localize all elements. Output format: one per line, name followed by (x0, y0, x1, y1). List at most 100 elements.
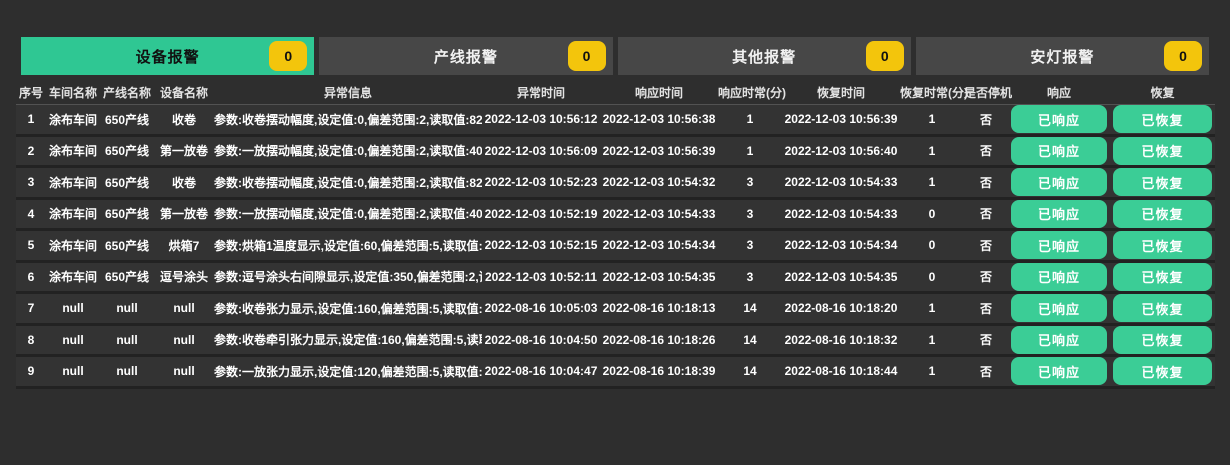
cell-recovery-minutes: 1 (900, 112, 964, 126)
cell-is-stopped: 否 (964, 174, 1008, 191)
cell-recover-action: 已恢复 (1110, 357, 1215, 385)
tab-label: 产线报警 (434, 46, 498, 67)
cell-recovery-minutes: 1 (900, 364, 964, 378)
cell-response-time: 2022-08-16 10:18:13 (600, 301, 718, 315)
cell-seq-no: 5 (16, 238, 46, 252)
column-header: 响应 (1008, 84, 1110, 101)
responded-button[interactable]: 已响应 (1011, 137, 1107, 165)
cell-exception-message: 参数:一放张力显示,设定值:120,偏差范围:5,读取值:126.688 (214, 363, 482, 380)
tab-alarm-category[interactable]: 安灯报警 0 (916, 37, 1209, 75)
table-header-row: 序号 车间名称 产线名称 设备名称 异常信息 异常时间 响应时间 响应时常(分)… (16, 81, 1215, 105)
cell-workshop-name: 涂布车间 (46, 237, 100, 254)
cell-line-name: null (100, 364, 154, 378)
responded-button[interactable]: 已响应 (1011, 357, 1107, 385)
cell-respond-action: 已响应 (1008, 168, 1110, 196)
cell-respond-action: 已响应 (1008, 231, 1110, 259)
cell-recovery-time: 2022-12-03 10:54:33 (782, 175, 900, 189)
cell-seq-no: 8 (16, 333, 46, 347)
cell-response-minutes: 1 (718, 144, 782, 158)
cell-workshop-name: 涂布车间 (46, 174, 100, 191)
column-header: 是否停机 (964, 84, 1008, 101)
table-row: 3 涂布车间 650产线 收卷 参数:收卷摆动幅度,设定值:0,偏差范围:2,读… (16, 168, 1215, 200)
tab-alarm-category[interactable]: 设备报警 0 (21, 37, 314, 75)
cell-seq-no: 9 (16, 364, 46, 378)
cell-seq-no: 1 (16, 112, 46, 126)
responded-button[interactable]: 已响应 (1011, 263, 1107, 291)
recovered-button[interactable]: 已恢复 (1113, 357, 1212, 385)
cell-line-name: 650产线 (100, 268, 154, 285)
alarm-count-badge: 0 (866, 41, 904, 71)
responded-button[interactable]: 已响应 (1011, 168, 1107, 196)
cell-respond-action: 已响应 (1008, 263, 1110, 291)
cell-recover-action: 已恢复 (1110, 294, 1215, 322)
cell-exception-message: 参数:收卷牵引张力显示,设定值:160,偏差范围:5,读取值:154.617 (214, 331, 482, 348)
table-row: 5 涂布车间 650产线 烘箱7 参数:烘箱1温度显示,设定值:60,偏差范围:… (16, 231, 1215, 263)
cell-exception-time: 2022-12-03 10:52:15 (482, 238, 600, 252)
cell-respond-action: 已响应 (1008, 326, 1110, 354)
recovered-button[interactable]: 已恢复 (1113, 137, 1212, 165)
cell-response-minutes: 14 (718, 364, 782, 378)
recovered-button[interactable]: 已恢复 (1113, 231, 1212, 259)
cell-respond-action: 已响应 (1008, 105, 1110, 133)
cell-respond-action: 已响应 (1008, 137, 1110, 165)
cell-response-time: 2022-12-03 10:56:39 (600, 144, 718, 158)
cell-line-name: 650产线 (100, 205, 154, 222)
cell-recovery-minutes: 0 (900, 207, 964, 221)
cell-device-name: 逗号涂头 (154, 268, 214, 285)
recovered-button[interactable]: 已恢复 (1113, 294, 1212, 322)
responded-button[interactable]: 已响应 (1011, 200, 1107, 228)
cell-workshop-name: 涂布车间 (46, 142, 100, 159)
recovered-button[interactable]: 已恢复 (1113, 105, 1212, 133)
cell-recovery-time: 2022-12-03 10:54:33 (782, 207, 900, 221)
tab-alarm-category[interactable]: 产线报警 0 (319, 37, 612, 75)
tab-alarm-category[interactable]: 其他报警 0 (618, 37, 911, 75)
alarm-count-badge: 0 (269, 41, 307, 71)
column-header: 车间名称 (46, 84, 100, 101)
cell-response-minutes: 3 (718, 175, 782, 189)
responded-button[interactable]: 已响应 (1011, 326, 1107, 354)
cell-response-minutes: 14 (718, 333, 782, 347)
cell-workshop-name: 涂布车间 (46, 268, 100, 285)
cell-exception-message: 参数:收卷张力显示,设定值:160,偏差范围:5,读取值:192.039 (214, 300, 482, 317)
cell-response-time: 2022-08-16 10:18:39 (600, 364, 718, 378)
column-header: 产线名称 (100, 84, 154, 101)
cell-recovery-minutes: 0 (900, 270, 964, 284)
cell-is-stopped: 否 (964, 300, 1008, 317)
column-header: 异常时间 (482, 84, 600, 101)
recovered-button[interactable]: 已恢复 (1113, 168, 1212, 196)
cell-respond-action: 已响应 (1008, 357, 1110, 385)
cell-workshop-name: null (46, 364, 100, 378)
cell-response-minutes: 3 (718, 270, 782, 284)
recovered-button[interactable]: 已恢复 (1113, 263, 1212, 291)
cell-exception-time: 2022-12-03 10:52:19 (482, 207, 600, 221)
responded-button[interactable]: 已响应 (1011, 231, 1107, 259)
cell-is-stopped: 否 (964, 205, 1008, 222)
alarm-count-badge: 0 (568, 41, 606, 71)
alarm-tab-bar: 设备报警 0 产线报警 0 其他报警 0 安灯报警 0 (21, 37, 1209, 75)
alarm-table: 序号 车间名称 产线名称 设备名称 异常信息 异常时间 响应时间 响应时常(分)… (16, 81, 1215, 389)
cell-workshop-name: null (46, 333, 100, 347)
cell-response-minutes: 3 (718, 207, 782, 221)
cell-recovery-time: 2022-12-03 10:54:34 (782, 238, 900, 252)
recovered-button[interactable]: 已恢复 (1113, 200, 1212, 228)
cell-respond-action: 已响应 (1008, 294, 1110, 322)
cell-recovery-minutes: 1 (900, 175, 964, 189)
cell-recover-action: 已恢复 (1110, 326, 1215, 354)
cell-device-name: null (154, 301, 214, 315)
cell-response-time: 2022-12-03 10:54:35 (600, 270, 718, 284)
table-row: 2 涂布车间 650产线 第一放卷 参数:一放摆动幅度,设定值:0,偏差范围:2… (16, 137, 1215, 169)
cell-line-name: 650产线 (100, 174, 154, 191)
cell-device-name: 收卷 (154, 111, 214, 128)
cell-is-stopped: 否 (964, 363, 1008, 380)
responded-button[interactable]: 已响应 (1011, 105, 1107, 133)
cell-device-name: null (154, 364, 214, 378)
cell-exception-message: 参数:收卷摆动幅度,设定值:0,偏差范围:2,读取值:82.842 (214, 111, 482, 128)
cell-exception-message: 参数:收卷摆动幅度,设定值:0,偏差范围:2,读取值:82.953 (214, 174, 482, 191)
cell-response-time: 2022-12-03 10:54:32 (600, 175, 718, 189)
cell-exception-time: 2022-08-16 10:05:03 (482, 301, 600, 315)
column-header: 恢复时间 (782, 84, 900, 101)
cell-response-minutes: 14 (718, 301, 782, 315)
cell-line-name: 650产线 (100, 237, 154, 254)
recovered-button[interactable]: 已恢复 (1113, 326, 1212, 354)
responded-button[interactable]: 已响应 (1011, 294, 1107, 322)
